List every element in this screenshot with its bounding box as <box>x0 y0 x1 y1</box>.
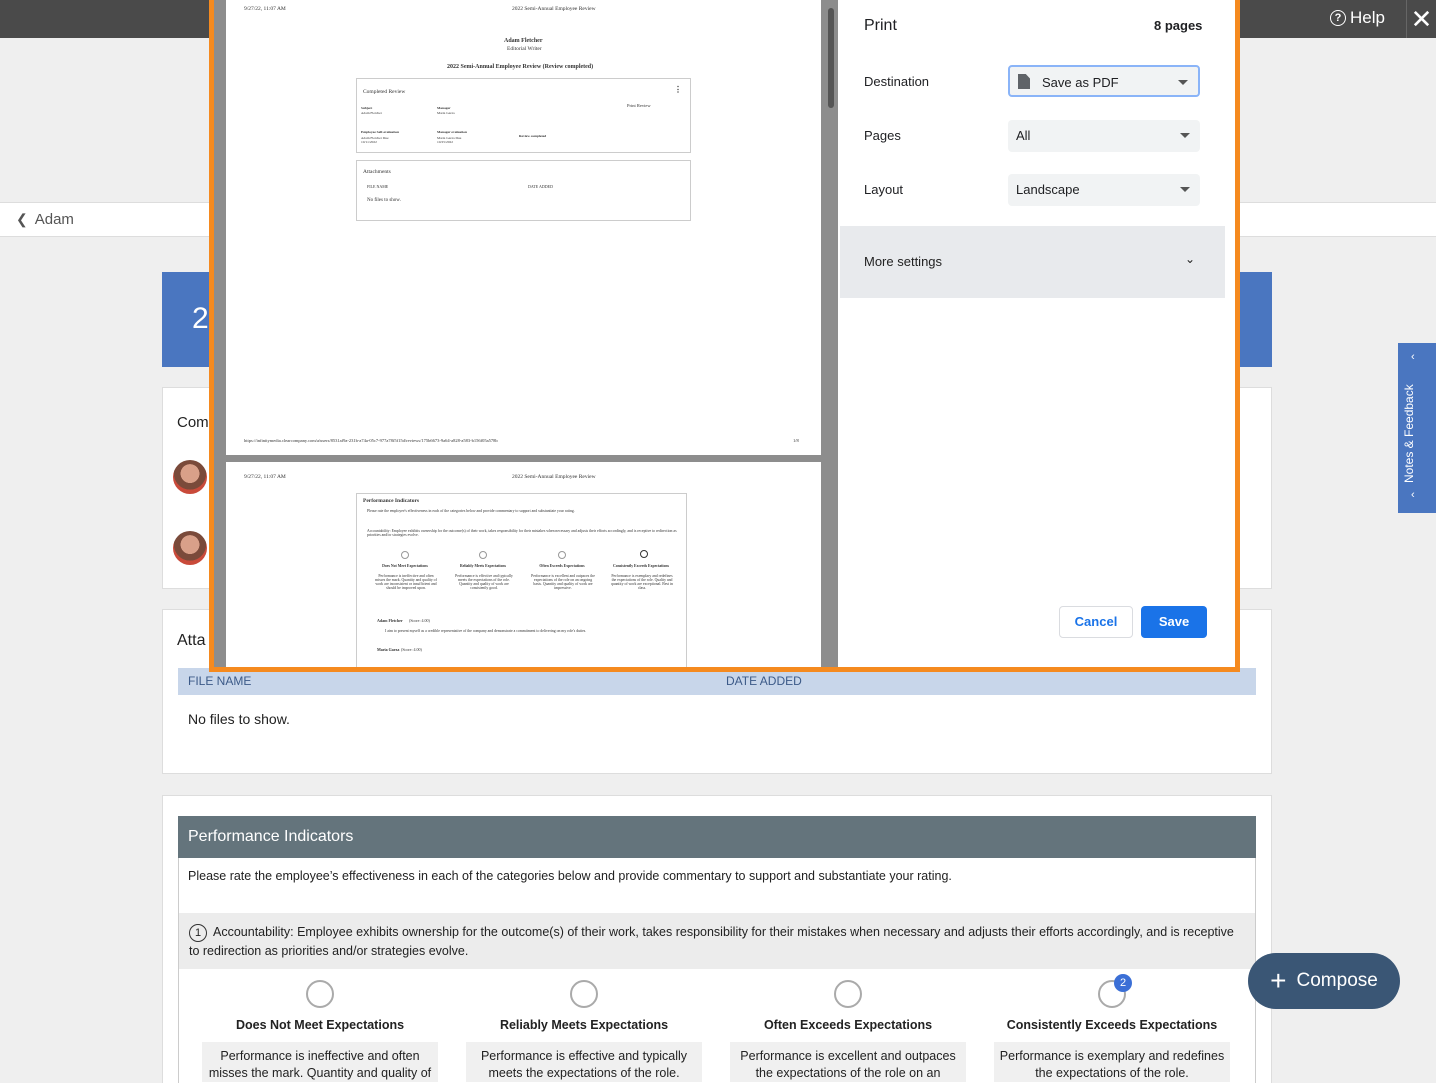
rating-description: Performance is ineffective and often mis… <box>202 1042 438 1082</box>
rating-title: Consistently Exceeds Expectations <box>1006 1018 1218 1032</box>
avatar <box>173 460 207 494</box>
compose-label: Compose <box>1296 970 1378 991</box>
help-link[interactable]: ? Help <box>1330 8 1385 28</box>
column-date-added[interactable]: DATE ADDED <box>726 674 802 688</box>
rating-description: Performance is excellent and outpaces th… <box>730 1042 966 1082</box>
rating-count-badge: 2 <box>1114 974 1132 992</box>
rating-radio[interactable] <box>306 980 334 1008</box>
attachments-title: Atta <box>177 632 206 649</box>
column-file-name[interactable]: FILE NAME <box>188 674 251 688</box>
highlight-frame <box>209 0 1240 672</box>
back-link[interactable]: ❮ Adam <box>16 211 74 228</box>
chevron-left-icon: ❮ <box>16 211 28 227</box>
chevron-left-icon: ‹ <box>1411 489 1415 501</box>
rating-radio[interactable] <box>570 980 598 1008</box>
rating-option-3: Often Exceeds Expectations Performance i… <box>728 980 968 1082</box>
avatar <box>173 531 207 565</box>
rating-title: Does Not Meet Expectations <box>235 1018 405 1032</box>
rating-option-2: Reliably Meets Expectations Performance … <box>464 980 704 1082</box>
back-label: Adam <box>34 211 74 228</box>
close-icon[interactable]: ✕ <box>1406 0 1436 38</box>
rating-radio[interactable] <box>834 980 862 1008</box>
notes-feedback-tab[interactable]: ‹ Notes & Feedback ‹ <box>1398 343 1436 513</box>
rating-option-4: 2 Consistently Exceeds Expectations Perf… <box>992 974 1232 1082</box>
help-icon: ? <box>1330 10 1346 26</box>
compose-button[interactable]: + Compose <box>1248 953 1400 1009</box>
rating-title: Reliably Meets Expectations <box>499 1018 669 1032</box>
rating-description: Performance is effective and typically m… <box>466 1042 702 1082</box>
question-accountability: 1 Accountability: Employee exhibits owner… <box>179 913 1255 969</box>
rating-description: Performance is exemplary and redefines t… <box>994 1042 1230 1082</box>
chevron-left-icon: ‹ <box>1411 351 1415 363</box>
rating-title: Often Exceeds Expectations <box>763 1018 933 1032</box>
help-label: Help <box>1350 8 1385 27</box>
performance-description: Please rate the employee’s effectiveness… <box>188 869 952 883</box>
rating-radio[interactable]: 2 <box>1098 974 1132 1008</box>
question-text: Accountability: Employee exhibits owners… <box>189 925 1234 958</box>
plus-icon: + <box>1270 965 1287 996</box>
question-number: 1 <box>189 924 207 942</box>
notes-feedback-label: Notes & Feedback <box>1402 384 1416 483</box>
attachments-empty-message: No files to show. <box>188 711 290 727</box>
performance-header: Performance Indicators <box>178 816 1256 858</box>
attachments-table-header: FILE NAME DATE ADDED <box>178 668 1256 695</box>
rating-option-1: Does Not Meet Expectations Performance i… <box>200 980 440 1082</box>
